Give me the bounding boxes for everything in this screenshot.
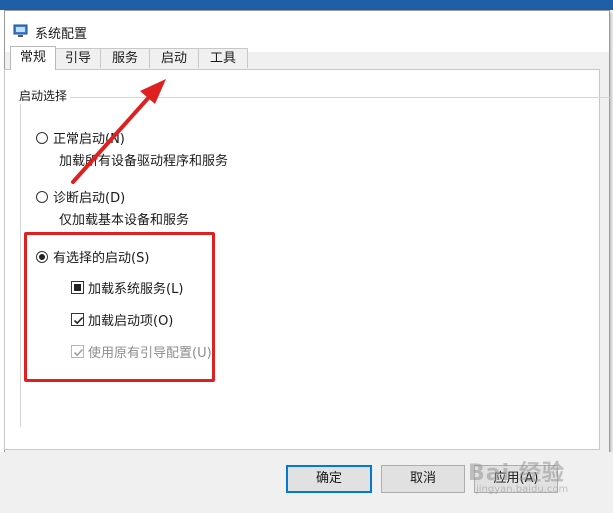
watermark: Bai 经验 <box>468 461 565 486</box>
watermark-url: jingyan.baidu.com <box>476 484 569 495</box>
tab-general[interactable]: 常规 <box>10 46 56 70</box>
annotation-arrow-icon <box>71 79 166 184</box>
ok-button[interactable]: 确定 <box>286 465 372 493</box>
cancel-button[interactable]: 取消 <box>381 465 465 493</box>
